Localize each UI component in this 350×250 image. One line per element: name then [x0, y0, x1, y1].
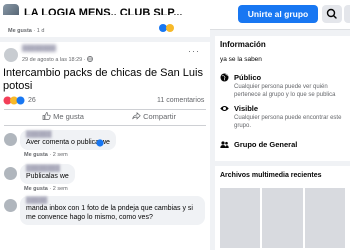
comment-meta: Me gusta · 2 sem	[24, 186, 68, 192]
globe-icon	[87, 56, 94, 62]
post-divider-bottom	[4, 125, 206, 126]
search-button[interactable]	[322, 5, 342, 23]
media-thumbnail[interactable]	[220, 188, 261, 248]
group-type-title: Grupo de General	[234, 140, 298, 149]
reactions-icon[interactable]	[3, 96, 25, 105]
author-avatar[interactable]	[4, 48, 18, 62]
commenter-avatar[interactable]	[4, 133, 17, 146]
previous-post-time: 1 d	[36, 28, 45, 34]
comment-bubble: ████████ Publicalas we	[20, 164, 75, 184]
info-title: Información	[220, 40, 266, 49]
visible-title: Visible	[234, 104, 259, 113]
comment-text: Publicalas we	[26, 173, 69, 180]
comment-like-link[interactable]: Me gusta	[24, 186, 48, 192]
comment-text: manda inbox con 1 foto de la pndeja que …	[26, 205, 193, 221]
share-icon	[132, 111, 141, 120]
previous-post-like-link[interactable]: Me gusta	[8, 28, 32, 34]
visible-description: Cualquier persona puede encontrar este g…	[234, 115, 342, 129]
join-group-button[interactable]: Unirte al grupo	[238, 5, 318, 23]
media-thumbnail[interactable]	[304, 188, 345, 248]
media-thumbnails	[220, 188, 345, 248]
comment-meta: Me gusta · 2 sem	[24, 152, 68, 158]
share-button[interactable]: Compartir	[132, 111, 177, 121]
commenter-name-redacted[interactable]: ████████	[26, 166, 69, 172]
author-name-redacted[interactable]: ████████	[22, 46, 82, 52]
comment-time: 2 sem	[52, 186, 68, 192]
post-date[interactable]: 29 de agosto a las 18:29 ·	[22, 56, 94, 63]
more-options-button[interactable]	[344, 5, 350, 23]
thumbs-up-icon	[42, 112, 51, 120]
media-title: Archivos multimedia recientes	[220, 172, 322, 179]
post-text: Intercambio packs de chicas de San Luis …	[3, 67, 203, 92]
commenter-name-redacted[interactable]: █████	[26, 198, 199, 204]
comments-count-link[interactable]: 11 comentarios	[157, 97, 204, 104]
comment-like-link[interactable]: Me gusta	[24, 152, 48, 158]
media-thumbnail[interactable]	[262, 188, 303, 248]
previous-post-meta: Me gusta · 1 d	[8, 28, 45, 34]
previous-post-reactions-icon	[159, 24, 174, 32]
post-more-icon[interactable]: ···	[188, 46, 200, 56]
globe-icon	[220, 73, 229, 82]
post-divider	[4, 109, 206, 110]
group-description: ya se la saben	[220, 56, 262, 63]
public-description: Cualquier persona puede ver quién perten…	[234, 84, 336, 98]
public-title: Público	[234, 73, 262, 82]
reaction-count[interactable]: 26	[28, 97, 36, 104]
post-card: ████████ 29 de agosto a las 18:29 · ··· …	[0, 42, 210, 250]
comment-time: 2 sem	[52, 152, 68, 158]
group-people-icon	[220, 141, 229, 148]
commenter-avatar[interactable]	[4, 167, 17, 180]
eye-icon	[220, 106, 229, 111]
comment-bubble: █████ manda inbox con 1 foto de la pndej…	[20, 196, 205, 225]
like-button[interactable]: Me gusta	[42, 112, 84, 121]
group-info-card: Información ya se la saben Público Cualq…	[215, 36, 350, 161]
commenter-avatar[interactable]	[4, 199, 17, 212]
like-button-label: Me gusta	[53, 112, 84, 121]
like-reaction-icon[interactable]	[96, 139, 104, 147]
previous-post-footer: Me gusta · 1 d	[0, 15, 210, 37]
share-button-label: Compartir	[143, 112, 177, 121]
recent-media-card: Archivos multimedia recientes	[215, 166, 350, 250]
commenter-name-redacted[interactable]: ██████	[26, 132, 110, 138]
search-icon	[326, 8, 337, 19]
